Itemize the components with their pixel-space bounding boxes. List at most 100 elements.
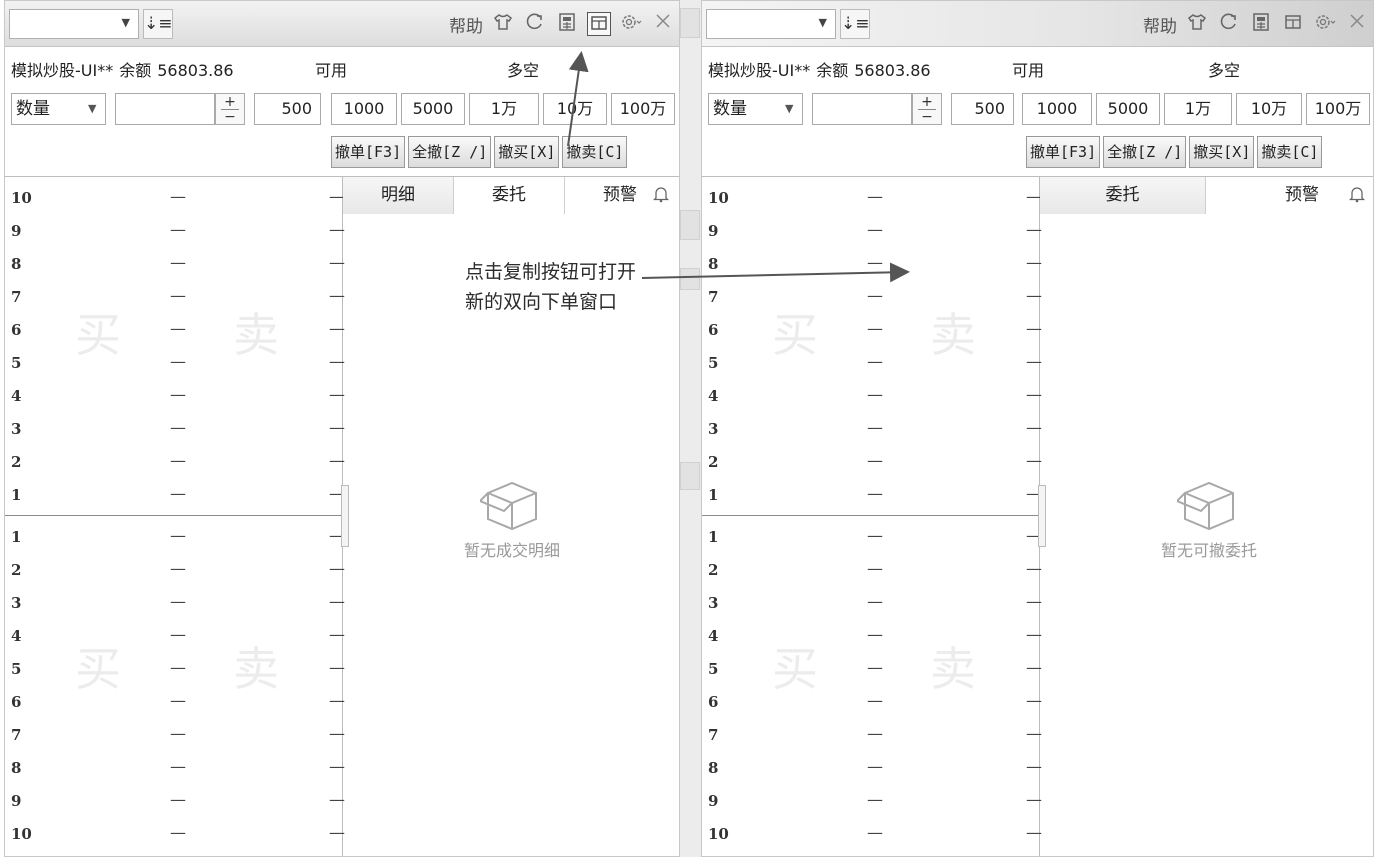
preset-500-button[interactable]: 500 xyxy=(951,93,1014,125)
refresh-icon[interactable] xyxy=(1217,12,1241,36)
buy-level-row[interactable]: 3 — — xyxy=(702,588,1042,621)
buy-price-placeholder: — xyxy=(867,757,883,776)
cancel-sell-button[interactable]: 撤卖[C] xyxy=(562,136,628,168)
buy-level-row[interactable]: 6 — — xyxy=(702,687,1042,720)
sell-level-row[interactable]: 9 — — xyxy=(702,216,1042,249)
buy-level-row[interactable]: 10 — — xyxy=(5,819,345,852)
sell-level-row[interactable]: 7 — — xyxy=(702,282,1042,315)
buy-level-row[interactable]: 8 — — xyxy=(5,753,345,786)
settings-icon[interactable] xyxy=(1313,12,1337,36)
buy-level-row[interactable]: 8 — — xyxy=(702,753,1042,786)
close-icon[interactable] xyxy=(1345,12,1369,36)
preset-100wan-button[interactable]: 100万 xyxy=(1306,93,1370,125)
sell-level-row[interactable]: 5 — — xyxy=(5,348,345,381)
buy-level-row[interactable]: 7 — — xyxy=(702,720,1042,753)
sell-level-row[interactable]: 4 — — xyxy=(702,381,1042,414)
sell-level-row[interactable]: 1— — xyxy=(5,480,345,513)
sell-level-row[interactable]: 10— — xyxy=(5,183,345,216)
stock-code-select[interactable]: ▼ xyxy=(706,9,836,39)
stepper-plus[interactable]: + xyxy=(216,95,244,109)
sell-level-row[interactable]: 8 — — xyxy=(5,249,345,282)
cancel-order-button[interactable]: 撤单[F3] xyxy=(331,136,406,168)
sell-level-row[interactable]: 9 — — xyxy=(5,216,345,249)
preset-10wan-button[interactable]: 10万 xyxy=(543,93,607,125)
cancel-all-button[interactable]: 全撤[Z /] xyxy=(1103,136,1187,168)
cancel-sell-button[interactable]: 撤卖[C] xyxy=(1257,136,1323,168)
dropdown-arrow-icon[interactable]: ▼ xyxy=(122,16,130,29)
preset-1000-button[interactable]: 1000 xyxy=(1022,93,1092,125)
sell-level-row[interactable]: 10— — xyxy=(702,183,1042,216)
refresh-icon[interactable] xyxy=(523,12,547,36)
cancel-order-button[interactable]: 撤单[F3] xyxy=(1026,136,1101,168)
bell-icon[interactable] xyxy=(652,185,670,208)
shirt-icon[interactable] xyxy=(491,12,515,36)
background-window-edge xyxy=(680,8,700,38)
stepper-minus[interactable]: − xyxy=(216,110,244,124)
buy-level-row[interactable]: 9 — — xyxy=(702,786,1042,819)
sell-level-row[interactable]: 7 — — xyxy=(5,282,345,315)
sell-level-row[interactable]: 1— — xyxy=(702,480,1042,513)
buy-level-row[interactable]: 1— — xyxy=(5,522,345,555)
buy-volume-placeholder: — xyxy=(329,592,345,611)
splitter-handle[interactable] xyxy=(341,485,349,547)
quantity-mode-select[interactable]: 数量 ▼ xyxy=(11,93,106,125)
buy-level-row[interactable]: 7 — — xyxy=(5,720,345,753)
buy-level-row[interactable]: 9 — — xyxy=(5,786,345,819)
sell-level-row[interactable]: 6 — — xyxy=(5,315,345,348)
sell-level-row[interactable]: 2 — — xyxy=(702,447,1042,480)
cancel-buy-button[interactable]: 撤买[X] xyxy=(494,136,560,168)
stepper-minus[interactable]: − xyxy=(913,110,941,124)
tab-orders[interactable]: 委托 xyxy=(454,177,565,214)
quantity-input[interactable] xyxy=(812,93,912,125)
copy-window-icon[interactable] xyxy=(1281,12,1305,36)
buy-level-row[interactable]: 4 — — xyxy=(5,621,345,654)
stock-code-select[interactable]: ▼ xyxy=(9,9,139,39)
sort-icon[interactable]: ⇣≡ xyxy=(143,9,173,39)
sort-icon[interactable]: ⇣≡ xyxy=(840,9,870,39)
buy-level-row[interactable]: 5 — — xyxy=(5,654,345,687)
buy-level-row[interactable]: 6 — — xyxy=(5,687,345,720)
tab-orders[interactable]: 委托 xyxy=(1040,177,1206,214)
preset-1wan-button[interactable]: 1万 xyxy=(1164,93,1232,125)
buy-level-row[interactable]: 5 — — xyxy=(702,654,1042,687)
cancel-buy-button[interactable]: 撤买[X] xyxy=(1189,136,1255,168)
preset-5000-button[interactable]: 5000 xyxy=(401,93,465,125)
quantity-input[interactable] xyxy=(115,93,215,125)
help-link[interactable]: 帮助 xyxy=(449,12,483,37)
shirt-icon[interactable] xyxy=(1185,12,1209,36)
quantity-stepper[interactable]: + − xyxy=(215,93,245,125)
quantity-mode-select[interactable]: 数量 ▼ xyxy=(708,93,803,125)
sell-level-row[interactable]: 3 — — xyxy=(702,414,1042,447)
preset-10wan-button[interactable]: 10万 xyxy=(1236,93,1302,125)
bell-icon[interactable] xyxy=(1348,185,1366,208)
stepper-plus[interactable]: + xyxy=(913,95,941,109)
preset-1000-button[interactable]: 1000 xyxy=(331,93,397,125)
sell-level-row[interactable]: 6 — — xyxy=(702,315,1042,348)
calculator-icon[interactable] xyxy=(1249,12,1273,36)
sell-level-row[interactable]: 2 — — xyxy=(5,447,345,480)
preset-1wan-button[interactable]: 1万 xyxy=(469,93,539,125)
dropdown-arrow-icon[interactable]: ▼ xyxy=(819,16,827,29)
preset-100wan-button[interactable]: 100万 xyxy=(611,93,675,125)
cancel-all-button[interactable]: 全撤[Z /] xyxy=(408,136,492,168)
buy-level-row[interactable]: 3 — — xyxy=(5,588,345,621)
buy-level-row[interactable]: 10 — — xyxy=(702,819,1042,852)
tab-details[interactable]: 明细 xyxy=(343,177,454,214)
settings-icon[interactable] xyxy=(619,12,643,36)
copy-window-icon[interactable] xyxy=(587,12,611,36)
buy-level-row[interactable]: 2 — — xyxy=(702,555,1042,588)
sell-level-row[interactable]: 8 — — xyxy=(702,249,1042,282)
help-link[interactable]: 帮助 xyxy=(1143,12,1177,37)
preset-5000-button[interactable]: 5000 xyxy=(1096,93,1160,125)
splitter-handle[interactable] xyxy=(1038,485,1046,547)
close-icon[interactable] xyxy=(651,12,675,36)
sell-level-row[interactable]: 4 — — xyxy=(5,381,345,414)
buy-level-row[interactable]: 4 — — xyxy=(702,621,1042,654)
sell-level-row[interactable]: 5 — — xyxy=(702,348,1042,381)
buy-level-row[interactable]: 2 — — xyxy=(5,555,345,588)
calculator-icon[interactable] xyxy=(555,12,579,36)
quantity-stepper[interactable]: + − xyxy=(912,93,942,125)
buy-level-row[interactable]: 1— — xyxy=(702,522,1042,555)
preset-500-button[interactable]: 500 xyxy=(254,93,321,125)
sell-level-row[interactable]: 3 — — xyxy=(5,414,345,447)
